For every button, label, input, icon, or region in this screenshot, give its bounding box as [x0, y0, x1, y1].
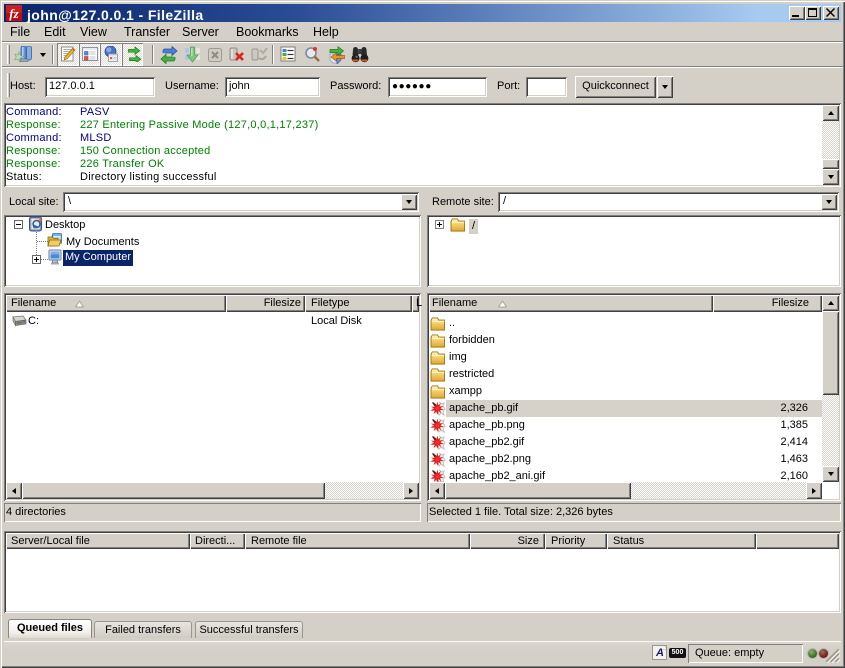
svg-text:fz: fz: [9, 6, 19, 21]
